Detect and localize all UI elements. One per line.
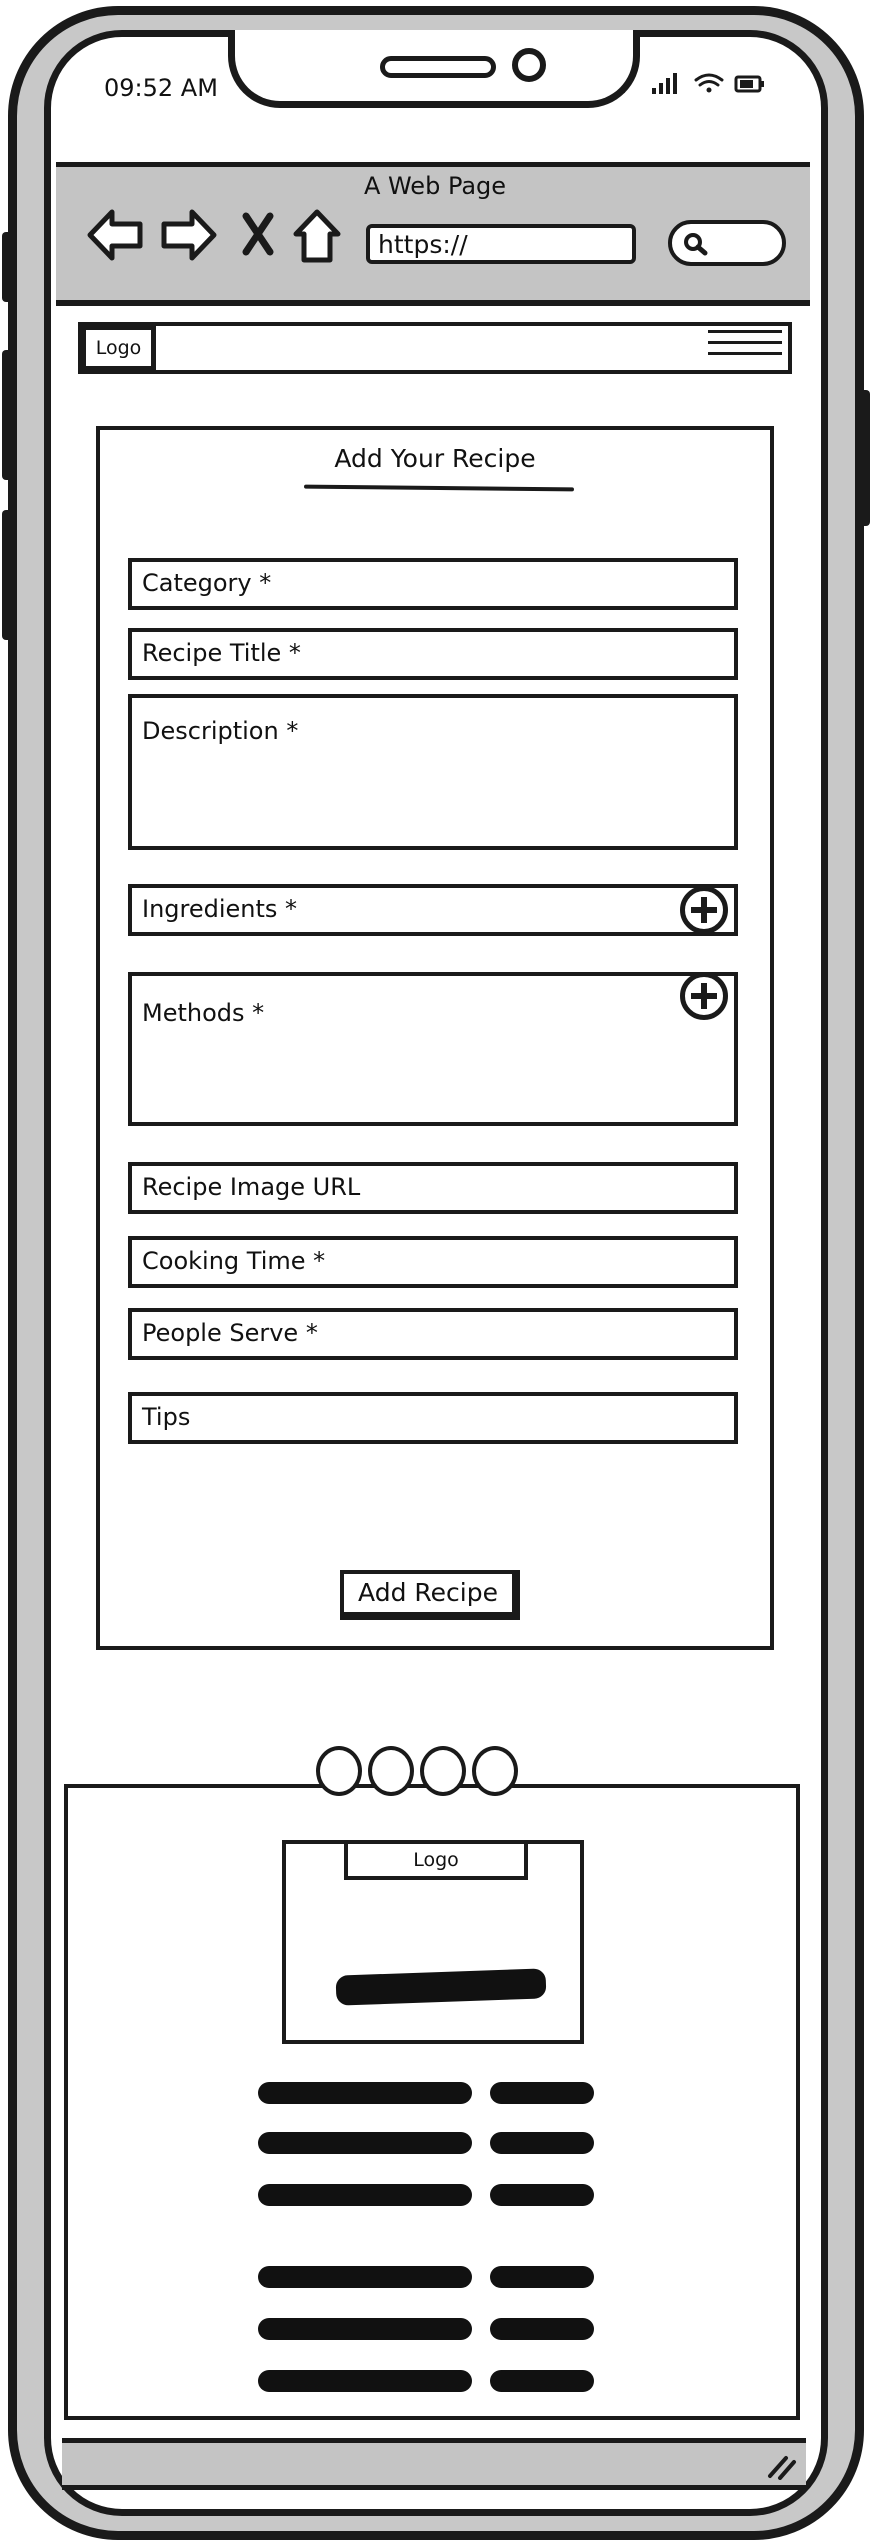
footer-scribble-text (490, 2082, 594, 2104)
recipe-title-label: Recipe Title * (142, 639, 301, 667)
footer-scribble-text (258, 2370, 472, 2392)
search-icon (684, 233, 708, 256)
battery-icon (734, 75, 764, 93)
ingredients-label: Ingredients * (142, 895, 298, 923)
hamburger-menu-icon[interactable] (708, 322, 782, 363)
footer-scribble-text (490, 2132, 594, 2154)
category-label: Category * (142, 569, 272, 597)
methods-field[interactable]: Methods * (128, 972, 738, 1126)
phone-side-button (2, 510, 12, 640)
recipe-title-field[interactable]: Recipe Title * (128, 628, 738, 680)
people-serve-field[interactable]: People Serve * (128, 1308, 738, 1360)
footer-scribble-text (258, 2132, 472, 2154)
footer-scribble-text (490, 2184, 594, 2206)
url-input[interactable]: https:// (366, 224, 636, 264)
add-recipe-button[interactable]: Add Recipe (340, 1570, 520, 1620)
browser-search-box[interactable] (668, 220, 786, 266)
tips-field[interactable]: Tips (128, 1392, 738, 1444)
cooking-time-label: Cooking Time * (142, 1247, 326, 1275)
carousel-dot[interactable] (420, 1746, 466, 1796)
footer-scribble-text (490, 2266, 594, 2288)
home-icon[interactable] (292, 208, 342, 264)
phone-side-button (2, 232, 12, 302)
image-url-field[interactable]: Recipe Image URL (128, 1162, 738, 1214)
add-method-plus-icon[interactable] (680, 972, 728, 1020)
methods-label: Methods * (142, 999, 265, 1027)
carousel-dots (316, 1746, 524, 1800)
phone-side-button (2, 350, 12, 480)
carousel-dot[interactable] (368, 1746, 414, 1796)
page-header (78, 322, 792, 374)
footer-logo[interactable]: Logo (344, 1840, 528, 1880)
close-icon[interactable] (240, 212, 276, 256)
form-title: Add Your Recipe (334, 444, 536, 473)
footer-scribble-text (490, 2370, 594, 2392)
header-logo[interactable]: Logo (82, 326, 156, 370)
phone-side-button (860, 390, 870, 526)
people-serve-label: People Serve * (142, 1319, 318, 1347)
add-ingredient-plus-icon[interactable] (680, 886, 728, 934)
forward-arrow-icon[interactable] (160, 208, 218, 262)
wifi-icon (694, 73, 724, 93)
signal-icon (652, 73, 677, 94)
footer-scribble-text (258, 2184, 472, 2206)
carousel-dot[interactable] (316, 1746, 362, 1796)
ingredients-field[interactable]: Ingredients * (128, 884, 738, 936)
carousel-dot[interactable] (472, 1746, 518, 1796)
browser-bottom-bar (62, 2438, 806, 2490)
status-icons (650, 68, 770, 102)
back-arrow-icon[interactable] (86, 208, 144, 262)
status-time: 09:52 AM (104, 74, 218, 102)
browser-title: A Web Page (363, 172, 507, 200)
category-field[interactable]: Category * (128, 558, 738, 610)
image-url-label: Recipe Image URL (142, 1173, 361, 1201)
tips-label: Tips (142, 1403, 191, 1431)
phone-speaker (380, 56, 496, 78)
footer-scribble-text (258, 2266, 472, 2288)
cooking-time-field[interactable]: Cooking Time * (128, 1236, 738, 1288)
description-field[interactable]: Description * (128, 694, 738, 850)
phone-camera (512, 48, 546, 82)
footer-scribble-text (490, 2318, 594, 2340)
footer-scribble-text (258, 2318, 472, 2340)
footer-scribble-text (258, 2082, 472, 2104)
resize-grip-icon[interactable] (766, 2452, 798, 2484)
description-label: Description * (142, 717, 299, 745)
